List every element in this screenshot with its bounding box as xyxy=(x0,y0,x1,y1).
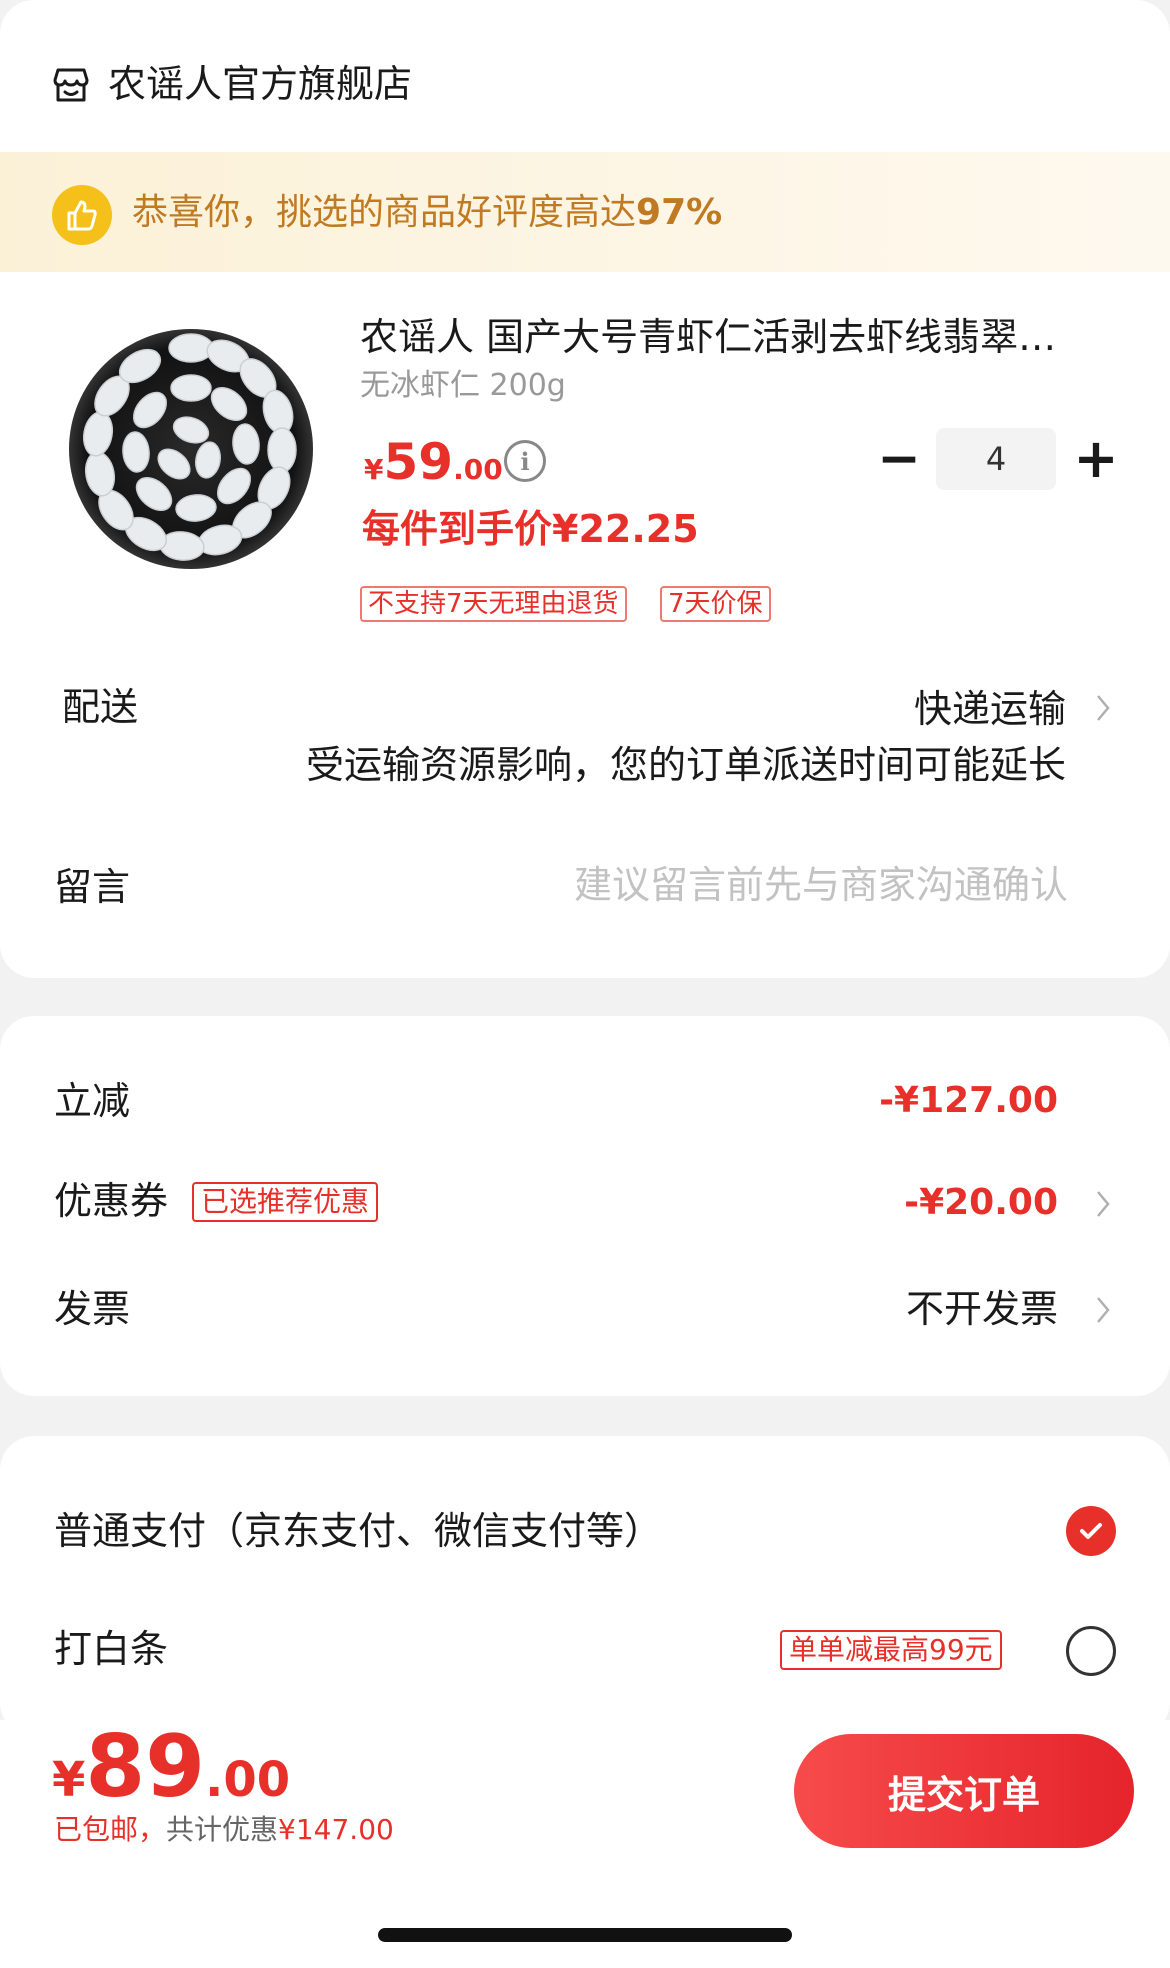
coupon-value[interactable]: -¥20.00 xyxy=(904,1178,1058,1228)
quantity-decrease-button[interactable]: − xyxy=(872,433,926,488)
submit-order-button[interactable]: 提交订单 xyxy=(794,1734,1134,1848)
chevron-right-icon[interactable] xyxy=(1092,690,1114,726)
chevron-right-icon[interactable] xyxy=(1092,1186,1114,1222)
shipping-note: 受运输资源影响，您的订单派送时间可能延长 xyxy=(305,743,1066,787)
chevron-right-icon[interactable] xyxy=(1092,1292,1114,1328)
coupon-label: 优惠券 xyxy=(54,1179,169,1223)
home-indicator[interactable] xyxy=(378,1928,792,1942)
message-label: 留言 xyxy=(54,865,131,909)
store-name[interactable]: 农谣人官方旗舰店 xyxy=(108,60,412,108)
radio-unchecked-icon[interactable] xyxy=(1066,1626,1116,1676)
payment-option-baitiao[interactable]: 打白条 xyxy=(54,1624,168,1674)
product-price: ¥59.00 xyxy=(364,433,503,491)
praise-text: 恭喜你，挑选的商品好评度高达97% xyxy=(132,192,723,233)
shipping-method[interactable]: 快递运输 xyxy=(914,684,1066,734)
instant-discount-value: -¥127.00 xyxy=(879,1080,1058,1121)
instant-discount-label: 立减 xyxy=(54,1079,131,1123)
store-icon xyxy=(53,68,89,102)
baitiao-promo-tag: 单单减最高99元 xyxy=(780,1630,1002,1670)
unit-price: 每件到手价¥22.25 xyxy=(362,507,699,551)
price-protect-tag: 7天价保 xyxy=(660,586,771,622)
total-note: 已包邮，共计优惠¥147.00 xyxy=(54,1813,394,1846)
invoice-label: 发票 xyxy=(54,1287,131,1331)
coupon-tag: 已选推荐优惠 xyxy=(192,1182,379,1222)
thumbs-up-icon xyxy=(52,185,112,245)
product-title[interactable]: 农谣人 国产大号青虾仁活剥去虾线翡翠… xyxy=(360,312,1090,362)
product-image[interactable] xyxy=(66,326,316,572)
checkmark-icon[interactable] xyxy=(1066,1506,1116,1556)
no-return-tag: 不支持7天无理由退货 xyxy=(360,586,627,622)
payment-option-normal[interactable]: 普通支付（京东支付、微信支付等） xyxy=(54,1506,662,1556)
invoice-value[interactable]: 不开发票 xyxy=(906,1284,1058,1334)
shipping-label: 配送 xyxy=(62,685,139,729)
product-spec: 无冰虾仁 200g xyxy=(360,368,566,403)
payment-card xyxy=(0,1436,1170,1736)
quantity-increase-button[interactable]: + xyxy=(1068,432,1124,488)
message-input[interactable] xyxy=(420,858,1068,912)
quantity-value[interactable]: 4 xyxy=(936,428,1056,490)
order-card: 农谣人官方旗舰店 恭喜你，挑选的商品好评度高达97% 农谣人 国产大号青虾仁活剥… xyxy=(0,0,1170,978)
price-info-icon[interactable]: i xyxy=(504,440,546,482)
